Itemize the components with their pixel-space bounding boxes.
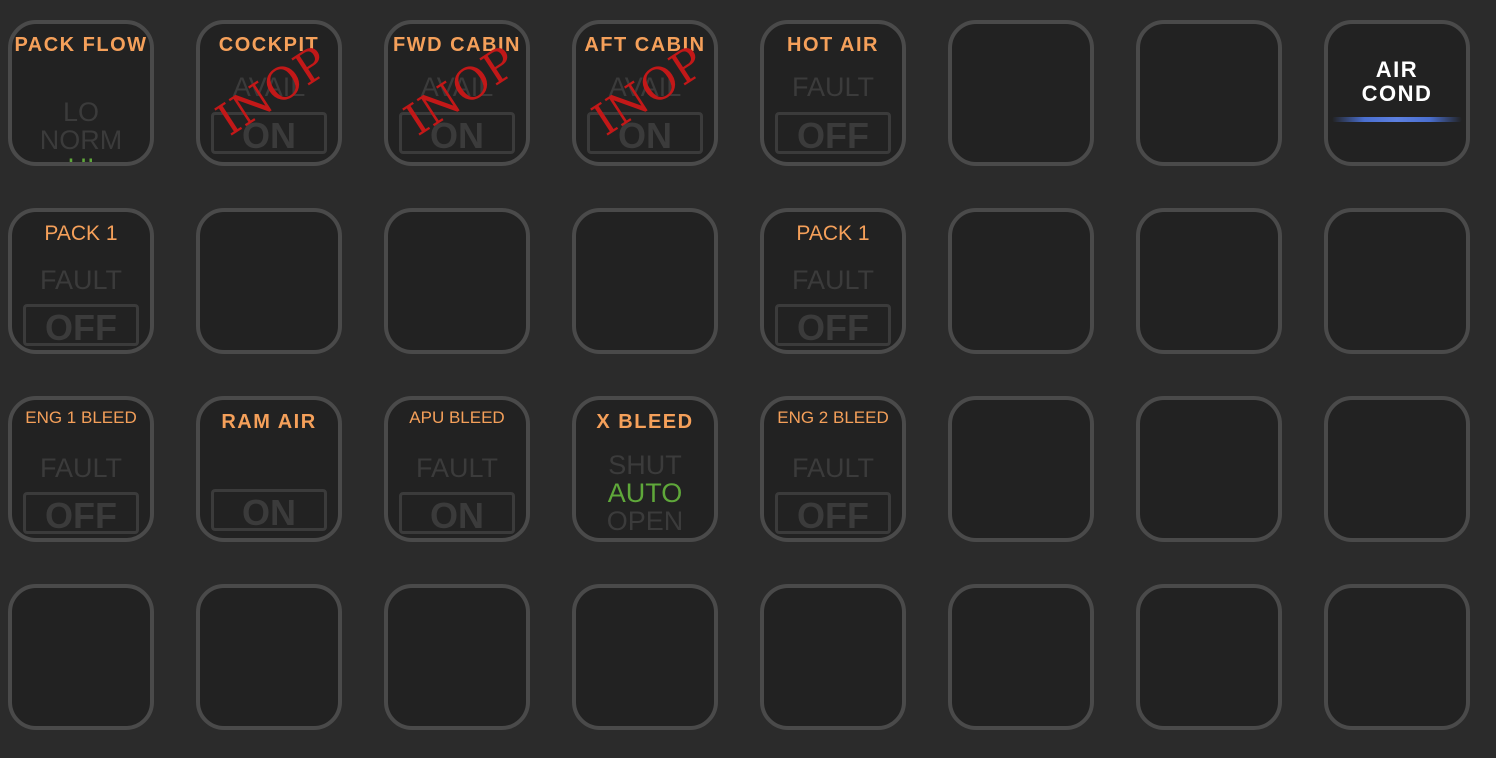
ram-air-key[interactable]: RAM AIR ON: [196, 396, 342, 542]
on-indicator: ON: [211, 489, 327, 533]
key-title: COCKPIT: [218, 34, 320, 56]
empty-key[interactable]: [384, 208, 530, 354]
off-indicator: OFF: [775, 112, 891, 156]
avail-label: AVAIL: [608, 72, 682, 102]
empty-key[interactable]: [1324, 396, 1470, 542]
empty-key[interactable]: [760, 584, 906, 730]
stream-deck-grid: PACK FLOW LO NORM HI COCKPIT AVAIL ON IN…: [0, 0, 1496, 758]
key-title: PACK FLOW: [14, 34, 148, 56]
empty-key[interactable]: [572, 208, 718, 354]
eng-1-bleed-key[interactable]: ENG 1 BLEED FAULT OFF: [8, 396, 154, 542]
on-indicator: ON: [587, 112, 703, 156]
air-cond-line2: COND: [1361, 81, 1433, 106]
empty-key[interactable]: [948, 20, 1094, 166]
empty-key[interactable]: [1136, 208, 1282, 354]
eng-2-bleed-key[interactable]: ENG 2 BLEED FAULT OFF: [760, 396, 906, 542]
active-page-indicator: [1332, 117, 1462, 122]
air-cond-page-key[interactable]: AIR COND: [1324, 20, 1470, 166]
empty-key[interactable]: [1324, 584, 1470, 730]
empty-key[interactable]: [1324, 208, 1470, 354]
avail-label: AVAIL: [420, 72, 494, 102]
key-title: APU BLEED: [409, 408, 505, 427]
empty-key[interactable]: [196, 584, 342, 730]
off-indicator: OFF: [23, 492, 139, 536]
x-bleed-key[interactable]: X BLEED SHUT AUTO OPEN: [572, 396, 718, 542]
hot-air-key[interactable]: HOT AIR FAULT OFF: [760, 20, 906, 166]
fault-label: FAULT: [791, 453, 874, 483]
on-indicator: ON: [399, 492, 515, 536]
on-indicator: ON: [211, 112, 327, 156]
off-indicator: OFF: [775, 492, 891, 536]
empty-key[interactable]: [1136, 396, 1282, 542]
key-title: RAM AIR: [221, 411, 317, 433]
empty-key[interactable]: [8, 584, 154, 730]
x-bleed-shut: SHUT: [608, 450, 682, 480]
key-title: ENG 1 BLEED: [25, 408, 137, 427]
pack-1-key[interactable]: PACK 1 FAULT OFF: [8, 208, 154, 354]
pack-flow-hi: HI: [12, 155, 150, 163]
cockpit-key[interactable]: COCKPIT AVAIL ON INOP: [196, 20, 342, 166]
on-indicator: ON: [399, 112, 515, 156]
avail-label: AVAIL: [232, 72, 306, 102]
fault-label: FAULT: [39, 453, 122, 483]
empty-key[interactable]: [1136, 584, 1282, 730]
empty-key[interactable]: [384, 584, 530, 730]
key-title: X BLEED: [596, 411, 694, 433]
key-title: PACK 1: [796, 222, 870, 245]
key-title: PACK 1: [44, 222, 118, 245]
empty-key[interactable]: [948, 208, 1094, 354]
empty-key[interactable]: [196, 208, 342, 354]
aft-cabin-key[interactable]: AFT CABIN AVAIL ON INOP: [572, 20, 718, 166]
off-indicator: OFF: [23, 304, 139, 348]
fault-label: FAULT: [415, 453, 498, 483]
fwd-cabin-key[interactable]: FWD CABIN AVAIL ON INOP: [384, 20, 530, 166]
empty-key[interactable]: [948, 396, 1094, 542]
pack-flow-lo: LO: [62, 97, 100, 127]
pack-1-key[interactable]: PACK 1 FAULT OFF: [760, 208, 906, 354]
off-indicator: OFF: [775, 304, 891, 348]
key-title: FWD CABIN: [393, 34, 521, 56]
fault-label: FAULT: [791, 265, 874, 295]
pack-flow-norm: NORM: [39, 125, 123, 155]
empty-key[interactable]: [1136, 20, 1282, 166]
fault-label: FAULT: [791, 72, 874, 102]
air-cond-line1: AIR: [1375, 57, 1419, 82]
x-bleed-auto: AUTO: [607, 478, 683, 508]
apu-bleed-key[interactable]: APU BLEED FAULT ON: [384, 396, 530, 542]
empty-key[interactable]: [948, 584, 1094, 730]
key-title: AFT CABIN: [584, 34, 706, 56]
x-bleed-open: OPEN: [606, 506, 684, 536]
key-title: HOT AIR: [787, 34, 879, 56]
key-title: ENG 2 BLEED: [777, 408, 889, 427]
fault-label: FAULT: [39, 265, 122, 295]
pack-flow-key[interactable]: PACK FLOW LO NORM HI: [8, 20, 154, 166]
empty-key[interactable]: [572, 584, 718, 730]
